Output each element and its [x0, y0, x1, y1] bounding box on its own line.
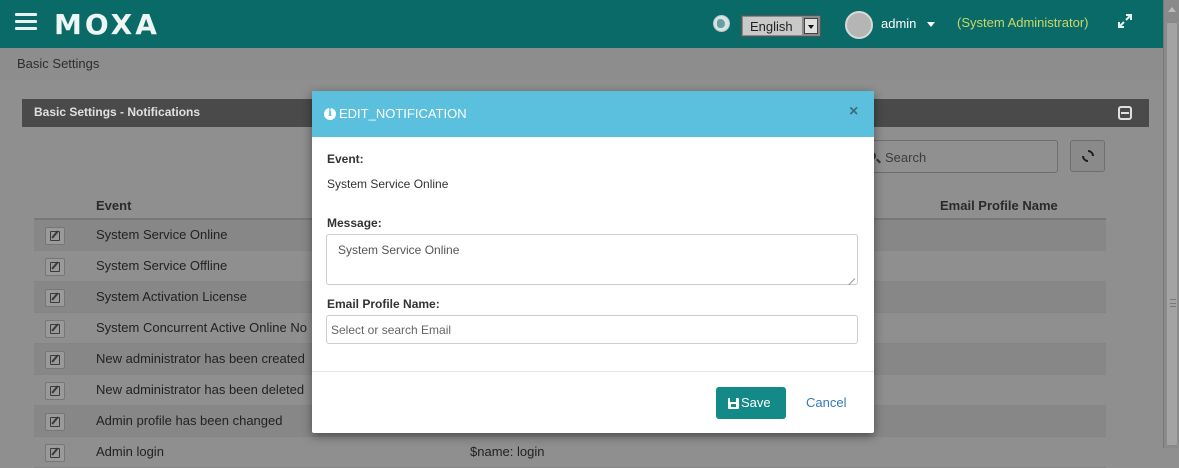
resize-handle-icon[interactable]	[847, 274, 855, 282]
row-event: System Service Online	[96, 227, 228, 242]
breadcrumb: Basic Settings	[17, 56, 100, 71]
table-row: Admin login $name: login	[34, 437, 1106, 468]
moxa-logo: MOXA	[54, 8, 160, 41]
floppy-disk-icon	[728, 398, 739, 409]
modal-footer-divider	[312, 371, 874, 372]
edit-icon	[50, 324, 60, 334]
edit-button[interactable]	[45, 227, 65, 245]
hamburger-menu-icon[interactable]	[15, 13, 37, 33]
cancel-button[interactable]: Cancel	[806, 395, 846, 410]
edit-notification-modal: i EDIT_NOTIFICATION × Event: System Serv…	[312, 91, 874, 433]
edit-button[interactable]	[45, 382, 65, 400]
user-menu[interactable]: admin	[881, 16, 916, 31]
edit-icon	[50, 417, 60, 427]
row-event: Admin profile has been changed	[96, 413, 283, 428]
close-icon[interactable]: ×	[849, 103, 858, 121]
edit-icon	[50, 448, 60, 458]
edit-button[interactable]	[45, 351, 65, 369]
edit-icon	[50, 355, 60, 365]
column-header-event[interactable]: Event	[96, 198, 131, 213]
grip-icon	[1170, 299, 1176, 307]
edit-button[interactable]	[45, 413, 65, 431]
language-select[interactable]: English	[741, 15, 821, 37]
modal-title: EDIT_NOTIFICATION	[339, 106, 467, 121]
page-scrollbar[interactable]	[1163, 0, 1179, 448]
edit-button[interactable]	[45, 258, 65, 276]
edit-button[interactable]	[45, 289, 65, 307]
refresh-button[interactable]	[1070, 140, 1105, 172]
avatar[interactable]	[845, 11, 873, 39]
panel-title: Basic Settings - Notifications	[34, 105, 201, 119]
collapse-icon[interactable]	[1118, 106, 1132, 120]
email-profile-label: Email Profile Name:	[327, 297, 440, 311]
top-navbar: MOXA English admin (System Administrator…	[0, 0, 1163, 48]
edit-button[interactable]	[45, 320, 65, 338]
message-value: System Service Online	[338, 243, 460, 257]
row-event: Admin login	[96, 444, 164, 459]
edit-icon	[50, 293, 60, 303]
event-label: Event:	[327, 152, 364, 166]
message-label: Message:	[327, 216, 382, 230]
breadcrumb-bar: Basic Settings	[0, 48, 1163, 80]
edit-icon	[50, 262, 60, 272]
email-profile-placeholder: Select or search Email	[331, 323, 452, 337]
info-icon: i	[324, 108, 336, 120]
edit-icon	[50, 231, 60, 241]
language-value: English	[743, 17, 802, 35]
event-value: System Service Online	[327, 177, 449, 191]
row-column-2: $name: login	[470, 444, 545, 459]
message-textarea[interactable]: System Service Online	[326, 234, 858, 285]
chevron-down-icon[interactable]	[804, 18, 818, 34]
row-event: New administrator has been deleted	[96, 382, 305, 397]
caret-down-icon[interactable]	[927, 22, 935, 27]
scrollbar-thumb[interactable]	[1166, 22, 1178, 446]
row-event: New administrator has been created	[96, 351, 305, 366]
edit-icon	[50, 386, 60, 396]
edit-button[interactable]	[45, 444, 65, 462]
email-profile-select[interactable]: Select or search Email	[326, 315, 858, 344]
scroll-up-icon[interactable]	[1168, 7, 1176, 12]
row-event: System Activation License	[96, 289, 248, 304]
search-placeholder: Search	[885, 150, 927, 165]
row-event: System Service Offline	[96, 258, 228, 273]
save-button[interactable]: Save	[716, 387, 786, 419]
modal-header: i EDIT_NOTIFICATION ×	[312, 91, 874, 137]
refresh-icon	[1079, 147, 1097, 165]
globe-icon	[713, 15, 730, 32]
expand-icon[interactable]	[1117, 13, 1133, 29]
search-input[interactable]: Search	[857, 140, 1058, 173]
user-role: (System Administrator)	[957, 15, 1089, 30]
column-header-email-profile[interactable]: Email Profile Name	[940, 198, 1058, 213]
row-event: System Concurrent Active Online No	[96, 320, 307, 335]
save-label: Save	[741, 395, 771, 410]
